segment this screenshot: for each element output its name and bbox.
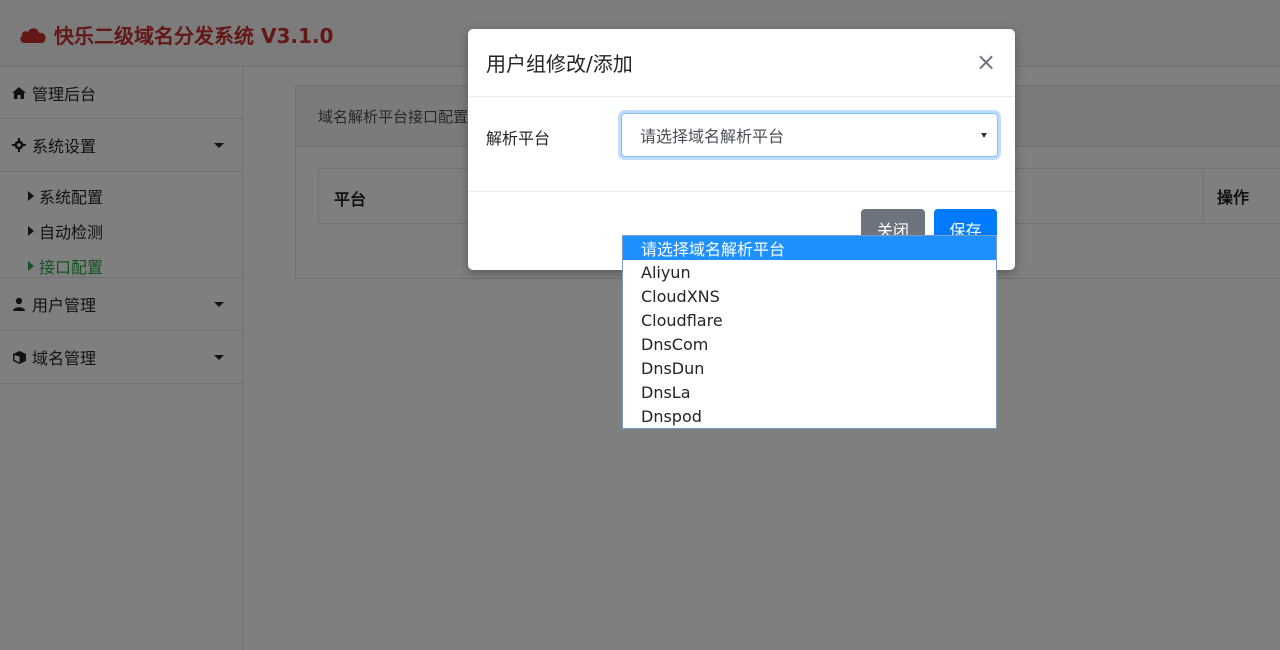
close-icon[interactable]: × bbox=[975, 49, 997, 75]
dropdown-option[interactable]: 请选择域名解析平台 bbox=[623, 236, 996, 260]
platform-field-label: 解析平台 bbox=[486, 129, 551, 148]
dropdown-option[interactable]: CloudXNS bbox=[623, 284, 996, 308]
dropdown-option[interactable]: Aliyun bbox=[623, 260, 996, 284]
chevron-down-icon bbox=[981, 133, 987, 138]
dropdown-option[interactable]: DnsLa bbox=[623, 380, 996, 404]
modal-dialog: 用户组修改/添加 × 解析平台 请选择域名解析平台 关闭 保存 bbox=[468, 29, 1015, 270]
platform-dropdown-list: 请选择域名解析平台 Aliyun CloudXNS Cloudflare Dns… bbox=[622, 235, 997, 429]
modal-body: 解析平台 请选择域名解析平台 bbox=[468, 97, 1015, 192]
platform-select-value: 请选择域名解析平台 bbox=[640, 127, 785, 146]
modal-title: 用户组修改/添加 bbox=[486, 52, 633, 76]
dropdown-option[interactable]: DnsDun bbox=[623, 356, 996, 380]
modal-header: 用户组修改/添加 × bbox=[468, 29, 1015, 97]
dropdown-option[interactable]: DnsCom bbox=[623, 332, 996, 356]
dropdown-option[interactable]: Cloudflare bbox=[623, 308, 996, 332]
dropdown-option[interactable]: Dnspod bbox=[623, 404, 996, 428]
platform-select[interactable]: 请选择域名解析平台 bbox=[621, 113, 998, 157]
